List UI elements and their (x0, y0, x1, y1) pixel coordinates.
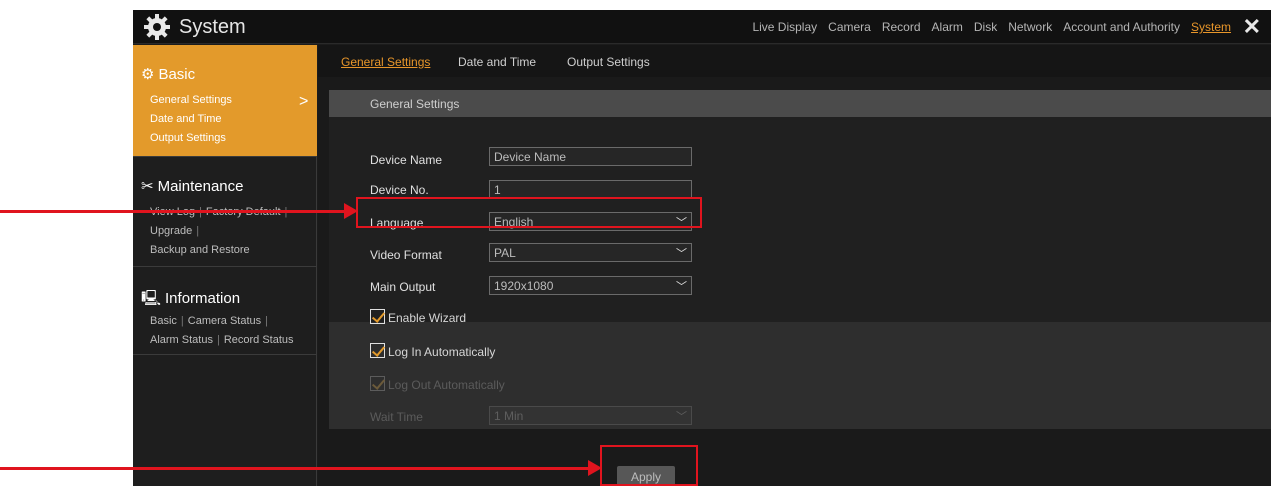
sidebar-item-general-settings[interactable]: General Settings (150, 91, 232, 110)
arrow-right-icon (344, 203, 358, 219)
gears-icon: ⚙ (141, 66, 155, 83)
top-nav: Live Display Camera Record Alarm Disk Ne… (752, 20, 1231, 34)
device-name-input[interactable]: Device Name (489, 147, 692, 166)
language-highlight-box (356, 197, 702, 228)
tab-date-and-time[interactable]: Date and Time (458, 55, 536, 69)
enable-wizard-label: Enable Wizard (388, 311, 467, 325)
apply-highlight-box (600, 445, 698, 486)
sidebar: ⚙ Basic General Settings Date and Time Ou… (133, 45, 317, 486)
log-in-automatically-checkbox[interactable] (370, 343, 385, 358)
log-in-automatically-label: Log In Automatically (388, 345, 496, 359)
video-format-value: PAL (494, 246, 516, 260)
auto-login-panel (329, 322, 1271, 429)
main-output-value: 1920x1080 (494, 279, 554, 293)
nav-camera[interactable]: Camera (828, 20, 871, 34)
chevron-right-icon: > (299, 93, 309, 110)
annotation-arrow-line (0, 467, 590, 470)
panel-header: General Settings (329, 90, 1271, 117)
sidebar-item-camera-status[interactable]: Camera Status (188, 315, 261, 327)
sidebar-information-items: Basic | Camera Status | Alarm Status | Record… (150, 312, 294, 350)
nav-alarm[interactable]: Alarm (932, 20, 963, 34)
chevron-down-icon: ﹀ (676, 248, 687, 260)
separator: | (265, 315, 268, 327)
tab-output-settings[interactable]: Output Settings (567, 55, 650, 69)
wait-time-select: 1 Min ﹀ (489, 406, 692, 425)
wait-time-label: Wait Time (370, 410, 423, 424)
device-no-label: Device No. (370, 183, 429, 197)
video-format-select[interactable]: PAL ﹀ (489, 243, 692, 262)
app-title: System (179, 16, 246, 38)
monitor-icon: 🖳 (141, 290, 162, 307)
nav-system[interactable]: System (1191, 20, 1231, 34)
arrow-right-icon (588, 460, 602, 476)
main-output-label: Main Output (370, 280, 436, 294)
close-icon[interactable]: ✕ (1243, 14, 1261, 40)
video-format-label: Video Format (370, 248, 442, 262)
sidebar-title-basic[interactable]: ⚙ Basic (141, 65, 195, 83)
tab-general-settings[interactable]: General Settings (341, 55, 430, 69)
main-content: General Settings Date and Time Output Se… (318, 45, 1271, 486)
sidebar-item-backup-and-restore[interactable]: Backup and Restore (150, 241, 291, 260)
enable-wizard-checkbox[interactable] (370, 309, 385, 324)
separator: | (180, 315, 184, 327)
tools-icon: ✂ (141, 178, 154, 195)
device-name-label: Device Name (370, 153, 443, 167)
wait-time-value: 1 Min (494, 409, 524, 423)
separator: | (216, 334, 220, 346)
nav-network[interactable]: Network (1008, 20, 1052, 34)
chevron-down-icon: ﹀ (676, 281, 687, 293)
sidebar-section-basic: ⚙ Basic General Settings Date and Time Ou… (133, 45, 317, 157)
sidebar-item-basic-info[interactable]: Basic (150, 315, 177, 327)
nav-account-and-authority[interactable]: Account and Authority (1063, 20, 1180, 34)
gear-icon (144, 14, 170, 40)
sidebar-section-information: 🖳 Information Basic | Camera Status | Alarm … (133, 267, 317, 355)
log-out-automatically-checkbox (370, 376, 385, 391)
sidebar-item-alarm-status[interactable]: Alarm Status (150, 334, 213, 346)
sidebar-item-date-and-time[interactable]: Date and Time (150, 110, 232, 129)
sidebar-item-output-settings[interactable]: Output Settings (150, 129, 232, 148)
annotation-arrow-line (0, 210, 346, 213)
sidebar-item-upgrade[interactable]: Upgrade (150, 225, 192, 237)
nav-record[interactable]: Record (882, 20, 921, 34)
chevron-down-icon: ﹀ (676, 411, 687, 423)
nav-live-display[interactable]: Live Display (752, 20, 817, 34)
nav-disk[interactable]: Disk (974, 20, 997, 34)
tab-bar: General Settings Date and Time Output Se… (318, 45, 1271, 77)
main-output-select[interactable]: 1920x1080 ﹀ (489, 276, 692, 295)
sidebar-title-maintenance[interactable]: ✂ Maintenance (141, 177, 243, 195)
title-bar: System Live Display Camera Record Alarm … (133, 10, 1271, 44)
sidebar-basic-items: General Settings Date and Time Output Se… (150, 91, 232, 148)
log-out-automatically-label: Log Out Automatically (388, 378, 505, 392)
sidebar-item-record-status[interactable]: Record Status (224, 334, 294, 346)
separator: | (196, 225, 200, 237)
nvr-system-window: System Live Display Camera Record Alarm … (133, 10, 1271, 486)
sidebar-title-information[interactable]: 🖳 Information (141, 288, 240, 313)
